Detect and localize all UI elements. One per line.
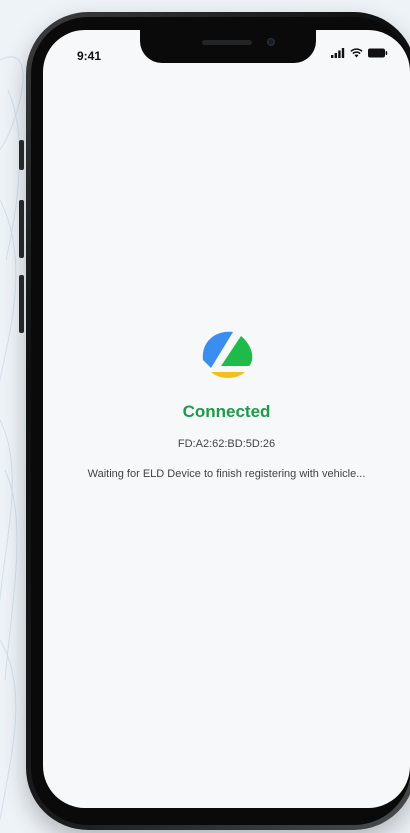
connection-status-panel: Connected FD:A2:62:BD:5D:26 Waiting for … — [43, 320, 410, 482]
wifi-icon — [350, 48, 363, 58]
volume-up-button — [19, 200, 24, 258]
status-title: Connected — [182, 402, 271, 421]
speaker-grille — [202, 40, 252, 45]
device-id: FD:A2:62:BD:5D:26 — [177, 438, 276, 450]
battery-icon — [368, 48, 388, 58]
app-logo — [202, 331, 252, 378]
notch — [140, 30, 316, 63]
mute-switch — [19, 140, 24, 170]
status-icons — [331, 48, 388, 58]
volume-down-button — [19, 275, 24, 333]
signal-icon — [331, 48, 345, 58]
logo-yellow-shape — [210, 372, 245, 378]
front-camera — [267, 38, 275, 46]
phone-screen: 9:41 Connected FD:A2:62:BD:5D:26 Waiting… — [43, 30, 410, 808]
status-time: 9:41 — [77, 49, 102, 63]
status-message: Waiting for ELD Device to finish registe… — [87, 468, 366, 480]
